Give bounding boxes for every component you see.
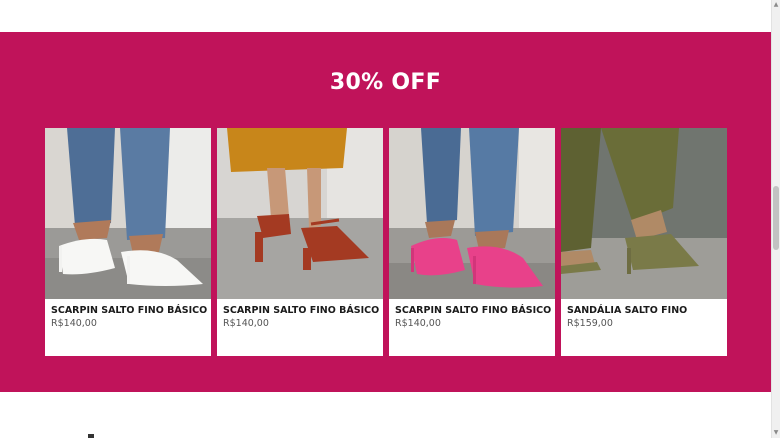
product-image[interactable]: [45, 128, 211, 299]
product-name[interactable]: SCARPIN SALTO FINO BÁSICO: [51, 305, 209, 316]
product-name[interactable]: SCARPIN SALTO FINO BÁSICO: [395, 305, 553, 316]
product-image[interactable]: [561, 128, 727, 299]
scrollbar-thumb[interactable]: [773, 186, 779, 250]
product-card[interactable]: SCARPIN SALTO FINO BÁSICO R$140,00: [389, 128, 555, 356]
scroll-down-icon[interactable]: ▼: [772, 428, 780, 438]
product-price: R$140,00: [223, 318, 269, 329]
product-price: R$140,00: [51, 318, 97, 329]
product-card[interactable]: SCARPIN SALTO FINO BÁSICO R$140,00: [45, 128, 211, 356]
product-name[interactable]: SANDÁLIA SALTO FINO: [567, 305, 725, 316]
product-image[interactable]: [389, 128, 555, 299]
product-price: R$140,00: [395, 318, 441, 329]
product-name[interactable]: SCARPIN SALTO FINO BÁSICO: [223, 305, 381, 316]
product-price: R$159,00: [567, 318, 613, 329]
product-image[interactable]: [217, 128, 383, 299]
content-fragment: [88, 434, 94, 438]
scroll-up-icon[interactable]: ▲: [772, 0, 780, 10]
product-card[interactable]: SCARPIN SALTO FINO BÁSICO R$140,00: [217, 128, 383, 356]
product-card[interactable]: SANDÁLIA SALTO FINO R$159,00: [561, 128, 727, 356]
promo-title: 30% OFF: [329, 70, 442, 95]
